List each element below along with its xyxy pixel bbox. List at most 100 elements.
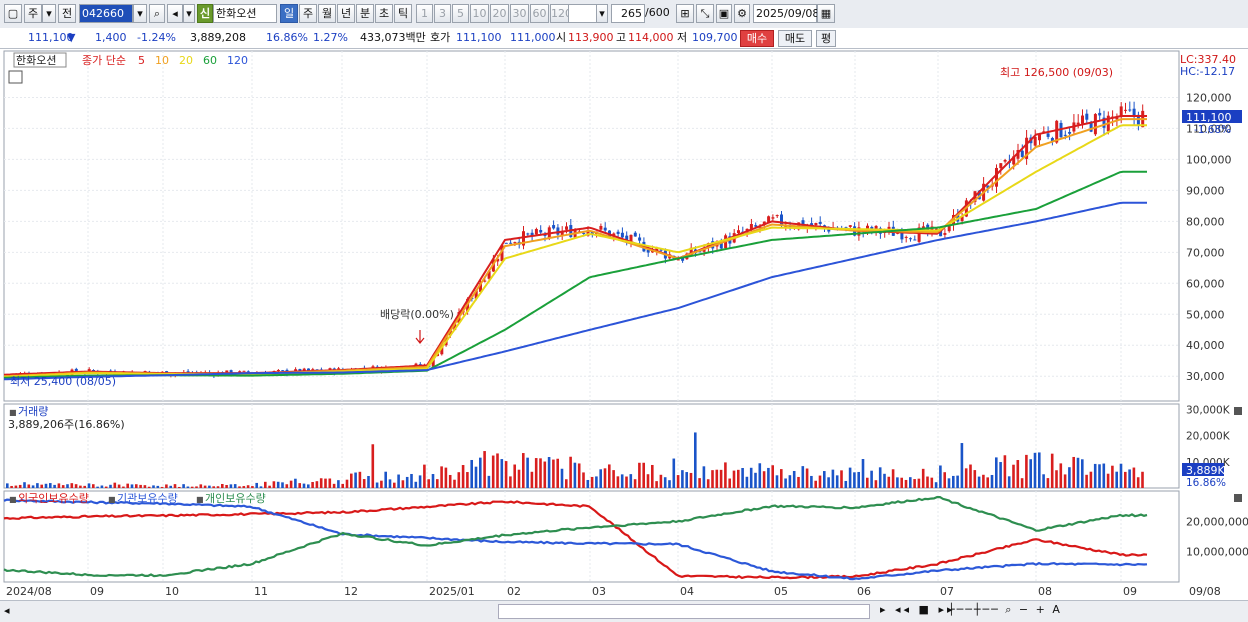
- candle-body: [620, 232, 624, 238]
- volume-bar: [436, 479, 439, 488]
- ma-legend-60: 60: [203, 54, 217, 67]
- volume-bar: [307, 484, 310, 488]
- candle-body: [1124, 109, 1127, 111]
- zoom-controls[interactable]: ├──┼── ⌕ − + A: [948, 603, 1062, 617]
- volume-bar: [190, 486, 194, 488]
- volume-bar: [6, 483, 9, 488]
- chevron-down-icon[interactable]: ▾: [42, 4, 56, 23]
- chevron-down-icon[interactable]: ▾: [596, 4, 608, 23]
- scroll-thumb[interactable]: [498, 604, 870, 619]
- volume-bar: [182, 484, 185, 488]
- candle-body: [943, 233, 947, 235]
- count-button-30[interactable]: 30: [510, 4, 529, 23]
- volume-bar: [216, 486, 220, 488]
- period-tab-3[interactable]: 년: [337, 4, 355, 23]
- volume-bar: [61, 485, 65, 488]
- period-tab-1[interactable]: 주: [299, 4, 317, 23]
- volume-bar: [487, 475, 491, 488]
- volume-bar: [104, 486, 108, 488]
- window-icon[interactable]: ▢: [4, 4, 22, 23]
- volume-bar: [367, 476, 370, 488]
- count-button-10[interactable]: 10: [470, 4, 489, 23]
- volume-bar: [934, 482, 938, 488]
- candle-body: [552, 225, 556, 229]
- low-price: 109,700: [692, 31, 738, 44]
- tool-icon[interactable]: ⊞: [676, 4, 694, 23]
- buy-button[interactable]: 매수: [740, 30, 774, 47]
- volume-bar: [990, 474, 994, 488]
- period-tab-5[interactable]: 초: [375, 4, 393, 23]
- volume-bar: [1124, 471, 1127, 488]
- date-input[interactable]: 2025/09/08: [753, 4, 819, 23]
- volume-bar: [741, 467, 744, 488]
- volume-bar: [427, 479, 430, 488]
- ma-legend-label: 종가 단순: [82, 54, 126, 67]
- scroll-left-icon[interactable]: ◂: [4, 604, 10, 617]
- volume-bar: [225, 484, 228, 488]
- period-tab-4[interactable]: 분: [356, 4, 374, 23]
- volume-bar: [698, 478, 701, 488]
- candle-body: [616, 231, 620, 234]
- volume-bar: [23, 482, 26, 488]
- range-total: /600: [645, 6, 670, 19]
- eval-button[interactable]: 평: [816, 30, 836, 47]
- volume-bar: [233, 484, 237, 488]
- stock-code-input[interactable]: 042660: [79, 4, 133, 23]
- playback-controls[interactable]: ▸ ◂◂ ■ ▸▸: [880, 603, 956, 616]
- count-button-1[interactable]: 1: [416, 4, 433, 23]
- draw-icon[interactable]: ⤡: [696, 4, 714, 23]
- x-axis-label: 07: [940, 585, 954, 598]
- period-tab-0[interactable]: 일: [280, 4, 298, 23]
- stock-chart[interactable]: 120,000110,000100,00090,00080,00070,0006…: [0, 48, 1248, 600]
- volume-bar: [616, 476, 620, 488]
- count-button-60[interactable]: 60: [530, 4, 549, 23]
- candle-body: [1020, 150, 1024, 157]
- volume-bar: [1020, 478, 1024, 488]
- volume-bar: [724, 462, 727, 488]
- period-tab-6[interactable]: 틱: [394, 4, 412, 23]
- volume-bar: [1055, 470, 1058, 488]
- count-button-20[interactable]: 20: [490, 4, 509, 23]
- volume-bar: [358, 471, 362, 488]
- volume-bar: [18, 484, 22, 488]
- candle-body: [599, 225, 603, 230]
- new-badge: 신: [197, 4, 213, 23]
- volume-bar: [203, 485, 207, 488]
- volume-bar: [152, 485, 155, 488]
- square-icon: ■: [108, 495, 116, 504]
- volume-bar: [883, 473, 886, 488]
- count-button-5[interactable]: 5: [452, 4, 469, 23]
- volume-bar: [706, 479, 710, 488]
- hoga-label: 호가: [430, 31, 451, 44]
- volume-bar: [410, 473, 413, 488]
- save-icon[interactable]: ▣: [716, 4, 732, 23]
- volume-bar: [728, 478, 731, 488]
- volume-bar: [156, 485, 160, 488]
- volume-bar: [573, 462, 577, 488]
- volume-bar: [896, 477, 899, 488]
- volume-bar: [681, 470, 684, 488]
- search-icon[interactable]: ⌕: [149, 4, 165, 23]
- candle-body: [1038, 134, 1041, 141]
- calendar-icon[interactable]: ▦: [817, 4, 835, 23]
- speaker-icon[interactable]: ◂: [167, 4, 183, 23]
- price-y-label: 70,000: [1186, 246, 1225, 259]
- candle-body: [909, 238, 912, 240]
- bottom-scrollbar[interactable]: ◂ ▸ ◂◂ ■ ▸▸ ├──┼── ⌕ − + A: [0, 600, 1248, 622]
- mode-select[interactable]: 전: [58, 4, 76, 23]
- volume-bar: [844, 480, 848, 488]
- chevron-down-icon[interactable]: ▾: [183, 4, 195, 23]
- volume-bar: [380, 480, 383, 488]
- candle-body: [242, 370, 246, 372]
- count-button-3[interactable]: 3: [434, 4, 451, 23]
- gear-icon[interactable]: ⚙: [734, 4, 750, 23]
- panel-close-icon: [1234, 407, 1242, 415]
- high-label: 고: [616, 31, 627, 44]
- sell-button[interactable]: 매도: [778, 30, 812, 47]
- volume-bar: [350, 473, 353, 488]
- volume-bar: [130, 484, 134, 488]
- period-tab-2[interactable]: 월: [318, 4, 336, 23]
- chevron-down-icon[interactable]: ▾: [133, 4, 147, 23]
- market-select[interactable]: 주: [24, 4, 42, 23]
- range-current[interactable]: 265: [611, 4, 645, 23]
